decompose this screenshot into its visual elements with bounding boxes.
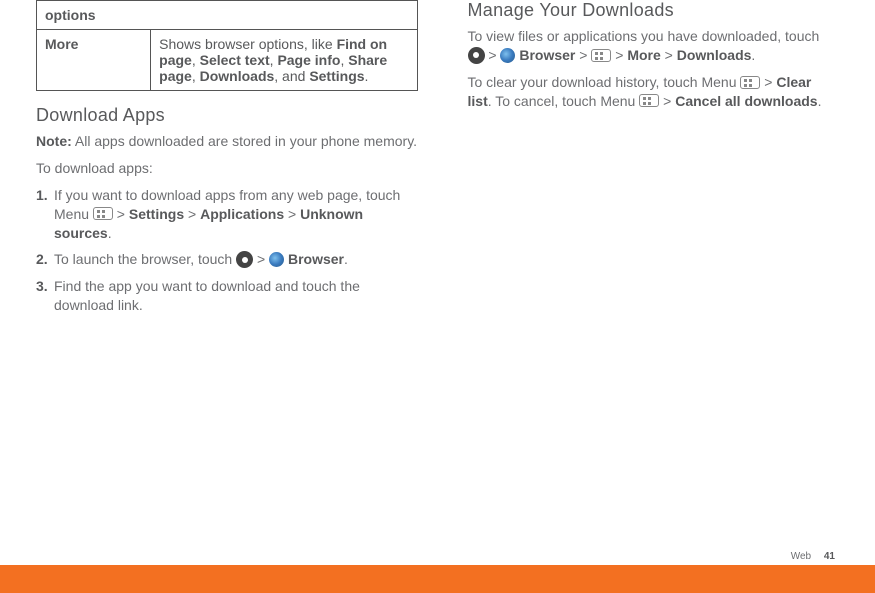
p2-cancel-all: Cancel all downloads <box>675 93 817 109</box>
menu-icon <box>639 94 659 107</box>
opt-select-text: Select text <box>200 52 270 68</box>
browser-icon <box>269 252 284 267</box>
step-2-number: 2. <box>36 250 48 269</box>
download-steps: 1. If you want to download apps from any… <box>36 186 418 315</box>
footer-section: Web <box>791 551 811 562</box>
step-3-number: 3. <box>36 277 48 296</box>
step2-browser: Browser <box>288 251 344 267</box>
note-label: Note: <box>36 133 72 149</box>
options-header: options <box>37 1 418 30</box>
step-3: 3. Find the app you want to download and… <box>36 277 418 315</box>
step-2: 2. To launch the browser, touch > Browse… <box>36 250 418 269</box>
opt-page-info: Page info <box>277 52 340 68</box>
step3-text: Find the app you want to download and to… <box>54 278 360 313</box>
step-1-number: 1. <box>36 186 48 205</box>
footer-bar: Web 41 <box>0 565 875 593</box>
menu-icon <box>740 76 760 89</box>
heading-manage-downloads: Manage Your Downloads <box>468 0 840 21</box>
p1-more: More <box>627 47 660 63</box>
home-icon <box>236 251 253 268</box>
footer-page-number: 41 <box>824 551 835 562</box>
home-icon <box>468 47 485 64</box>
footer-label: Web 41 <box>791 551 835 562</box>
step1-applications: Applications <box>200 206 284 222</box>
options-desc-pre: Shows browser options, like <box>159 36 336 52</box>
options-row-label: More <box>37 30 151 91</box>
p1-downloads: Downloads <box>677 47 752 63</box>
opt-settings: Settings <box>309 68 364 84</box>
opt-downloads: Downloads <box>200 68 275 84</box>
manage-view-paragraph: To view files or applications you have d… <box>468 27 840 65</box>
options-table: options More Shows browser options, like… <box>36 0 418 91</box>
step-1: 1. If you want to download apps from any… <box>36 186 418 243</box>
menu-icon <box>93 207 113 220</box>
manage-clear-paragraph: To clear your download history, touch Me… <box>468 73 840 111</box>
note-text: All apps downloaded are stored in your p… <box>72 133 417 149</box>
menu-icon <box>591 49 611 62</box>
step1-settings: Settings <box>129 206 184 222</box>
heading-download-apps: Download Apps <box>36 105 418 126</box>
to-download-label: To download apps: <box>36 159 418 178</box>
browser-icon <box>500 48 515 63</box>
note-paragraph: Note: All apps downloaded are stored in … <box>36 132 418 151</box>
p1-browser: Browser <box>519 47 575 63</box>
options-row-desc: Shows browser options, like Find on page… <box>151 30 417 91</box>
